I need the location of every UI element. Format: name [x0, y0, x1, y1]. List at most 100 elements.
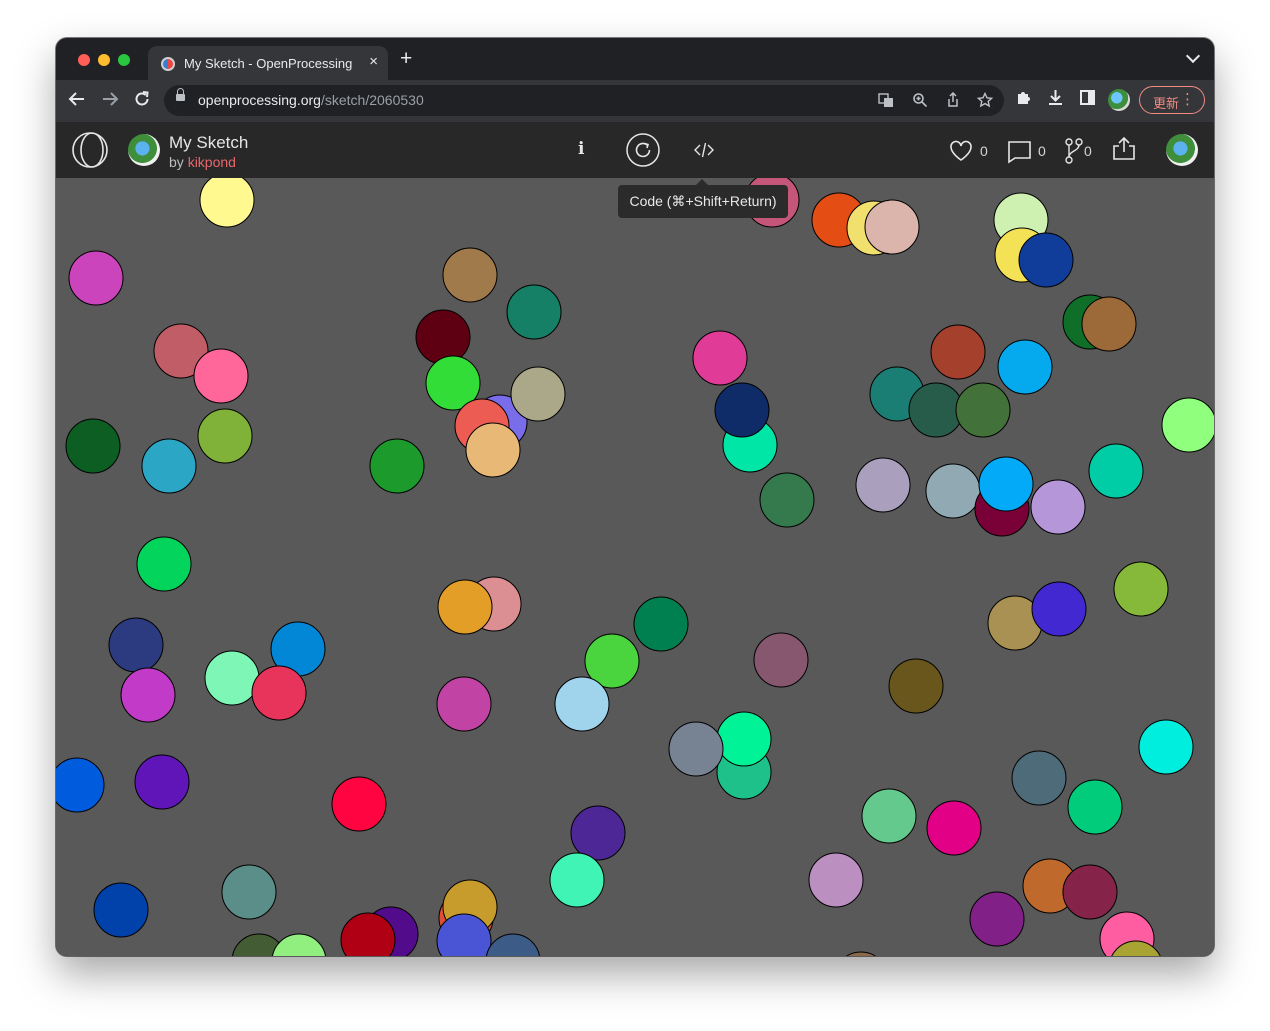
sketch-canvas[interactable]	[56, 178, 1214, 956]
sketch-circle	[1161, 397, 1214, 453]
sketch-circle	[251, 665, 307, 721]
sketch-title[interactable]: My Sketch	[169, 133, 248, 153]
address-bar[interactable]: openprocessing.org/sketch/2060530	[164, 85, 1004, 116]
tab-my-sketch[interactable]: My Sketch - OpenProcessing ×	[148, 46, 388, 80]
sketch-circle	[955, 382, 1011, 438]
sketch-circle	[759, 472, 815, 528]
sketch-circle	[68, 250, 124, 306]
openprocessing-header: My Sketch by kikpond i 0 0 0	[56, 122, 1214, 178]
comment-icon[interactable]	[1007, 140, 1033, 169]
sketch-circle	[204, 650, 260, 706]
sketch-circle	[1030, 479, 1086, 535]
sketch-circle	[120, 667, 176, 723]
sketch-circle	[141, 438, 197, 494]
sketch-circle	[442, 247, 498, 303]
sketch-circle	[926, 800, 982, 856]
bookmark-star-icon[interactable]	[976, 91, 994, 111]
sketch-circle	[1138, 719, 1194, 775]
openprocessing-favicon-icon	[161, 57, 175, 71]
circles-layer	[56, 178, 1214, 956]
fork-icon[interactable]	[1064, 138, 1084, 169]
sketch-circle	[714, 382, 770, 438]
like-count: 0	[980, 143, 988, 159]
sketch-circle	[197, 408, 253, 464]
sketch-circle	[506, 284, 562, 340]
url-path: /sketch/2060530	[320, 92, 424, 108]
sketch-circle	[485, 933, 541, 956]
sketch-circle	[554, 676, 610, 732]
sketch-circle	[570, 805, 626, 861]
by-label: by	[169, 154, 184, 170]
sketch-circle	[1088, 443, 1144, 499]
tab-close-icon[interactable]: ×	[369, 53, 378, 70]
new-tab-button[interactable]: +	[400, 48, 412, 69]
sketch-circle	[465, 422, 521, 478]
sketch-circle	[1113, 561, 1169, 617]
title-bar: My Sketch - OpenProcessing × +	[56, 38, 1214, 80]
code-tooltip: Code (⌘+Shift+Return)	[618, 179, 788, 218]
sketch-circle	[845, 951, 877, 956]
download-icon[interactable]	[1047, 89, 1064, 111]
profile-avatar[interactable]	[1108, 89, 1130, 111]
zoom-icon[interactable]	[912, 92, 928, 111]
sketch-circle	[864, 199, 920, 255]
url-domain: openprocessing.org	[198, 92, 321, 108]
translate-icon[interactable]	[878, 92, 894, 111]
browser-window: My Sketch - OpenProcessing × + openproce…	[56, 38, 1214, 956]
code-icon[interactable]	[694, 142, 714, 163]
sketch-circle	[56, 757, 105, 813]
sketch-circle	[331, 776, 387, 832]
sketch-circle	[716, 711, 772, 767]
sketch-circle	[199, 178, 255, 228]
sketch-circle	[510, 366, 566, 422]
minimize-window-button[interactable]	[98, 54, 110, 66]
sketch-circle	[668, 721, 724, 777]
side-panel-icon[interactable]	[1079, 89, 1096, 111]
fork-count: 0	[1084, 143, 1092, 159]
sketch-circle	[888, 658, 944, 714]
browser-toolbar: openprocessing.org/sketch/2060530 更新 ⋮	[56, 80, 1214, 122]
lock-icon	[176, 88, 185, 101]
sketch-circle	[134, 754, 190, 810]
extensions-puzzle-icon[interactable]	[1015, 89, 1032, 111]
sketch-circle	[925, 463, 981, 519]
sketch-circle	[997, 339, 1053, 395]
author-link[interactable]: kikpond	[188, 154, 236, 170]
sketch-circle	[633, 596, 689, 652]
sketch-byline: by kikpond	[169, 154, 236, 170]
share-icon[interactable]	[945, 91, 961, 111]
restart-icon[interactable]	[626, 133, 660, 172]
sketch-circle	[978, 456, 1034, 512]
sketch-circle	[908, 382, 964, 438]
forward-arrow-icon[interactable]	[101, 90, 119, 112]
sketch-circle	[108, 617, 164, 673]
sketch-circle	[1067, 779, 1123, 835]
sketch-circle	[855, 457, 911, 513]
info-icon[interactable]: i	[578, 139, 584, 159]
sketch-circle	[1031, 581, 1087, 637]
close-window-button[interactable]	[78, 54, 90, 66]
sketch-circle	[1018, 232, 1074, 288]
author-avatar[interactable]	[128, 134, 160, 166]
more-menu-icon[interactable]: ⋮	[1180, 90, 1195, 108]
back-arrow-icon[interactable]	[68, 90, 86, 112]
sketch-circle	[136, 536, 192, 592]
url-text[interactable]: openprocessing.org/sketch/2060530	[198, 92, 424, 108]
sketch-circle	[1081, 296, 1137, 352]
maximize-window-button[interactable]	[118, 54, 130, 66]
share-export-icon[interactable]	[1112, 136, 1136, 166]
sketch-circle	[436, 676, 492, 732]
sketch-circle	[271, 933, 327, 956]
sketch-circle	[861, 788, 917, 844]
heart-icon[interactable]	[949, 140, 973, 167]
openprocessing-logo-icon[interactable]	[72, 132, 108, 168]
reload-icon[interactable]	[133, 90, 151, 112]
tab-title: My Sketch - OpenProcessing	[184, 56, 353, 71]
sketch-circle	[415, 309, 471, 365]
sketch-circle	[65, 418, 121, 474]
comment-count: 0	[1038, 143, 1046, 159]
tab-search-chevron-icon[interactable]	[1185, 48, 1201, 64]
sketch-circle	[93, 882, 149, 938]
update-button[interactable]: 更新 ⋮	[1139, 86, 1205, 114]
user-avatar[interactable]	[1166, 134, 1198, 166]
